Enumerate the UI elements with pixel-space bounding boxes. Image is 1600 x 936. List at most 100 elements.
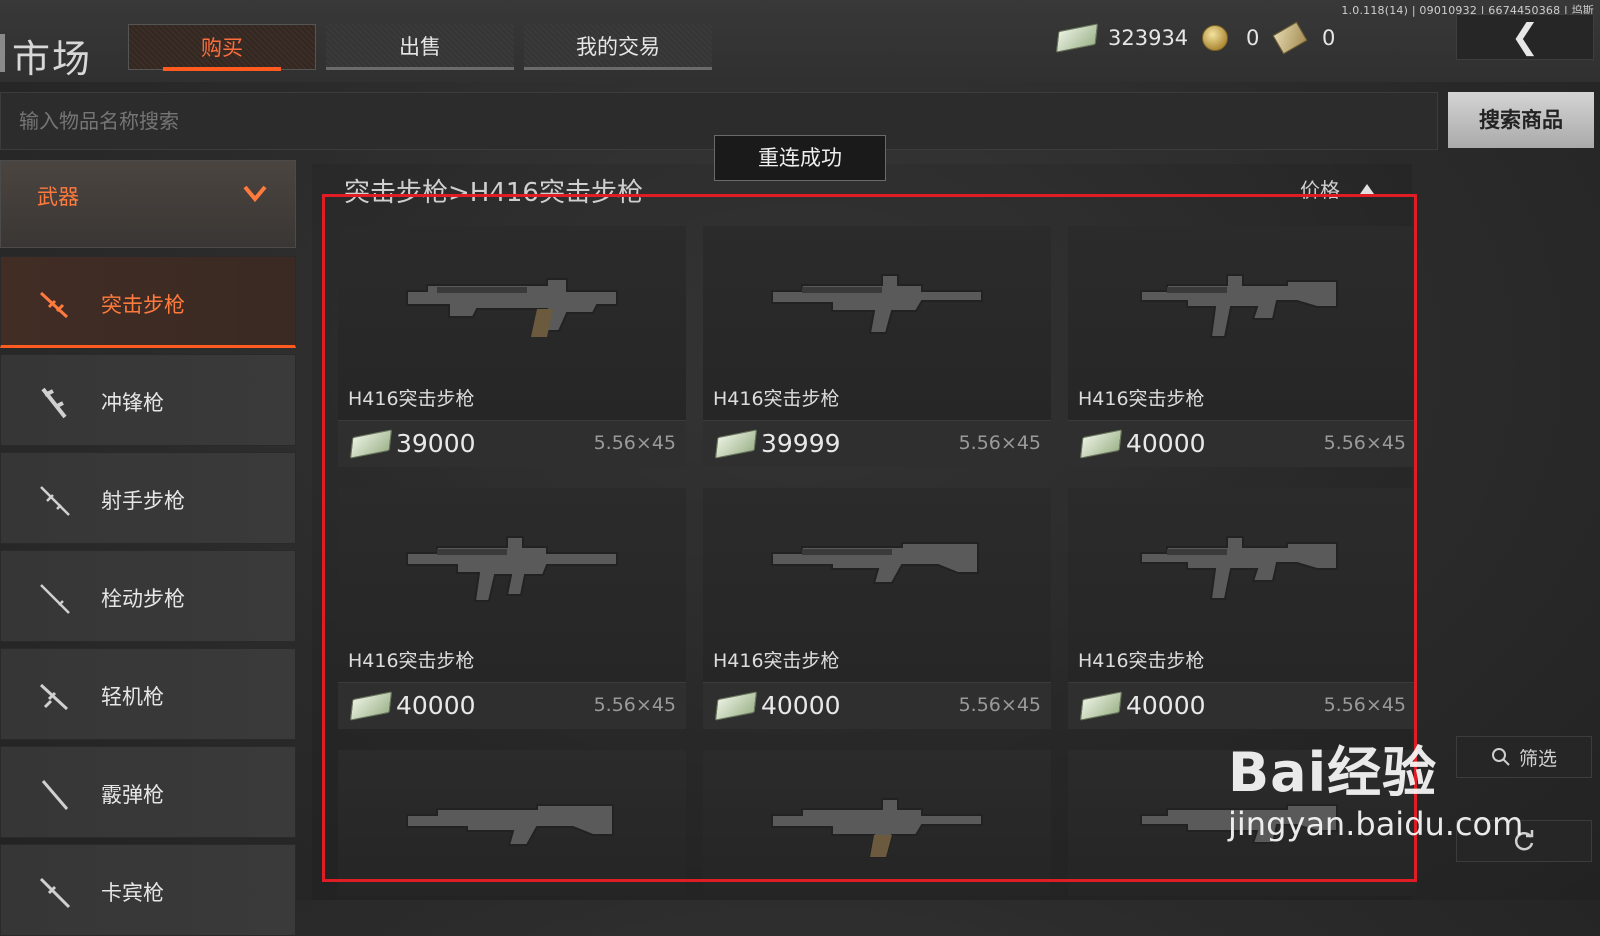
rifle-image <box>1068 488 1416 638</box>
cash-icon <box>714 429 758 459</box>
sidebar-item-smg[interactable]: 冲锋枪 <box>0 354 296 446</box>
search-button[interactable]: 搜索商品 <box>1448 92 1594 148</box>
sidebar-item-bolt-action-rifle[interactable]: 栓动步枪 <box>0 550 296 642</box>
item-name: H416突击步枪 <box>348 388 475 410</box>
sidebar-item-lmg[interactable]: 轻机枪 <box>0 648 296 740</box>
listing-card[interactable]: H416突击步枪 39999 5.56×45 <box>703 226 1051 467</box>
sort-by-price[interactable]: 价格 <box>1300 174 1374 203</box>
price-bar: 40000 5.56×45 <box>338 682 686 729</box>
sort-label: 价格 <box>1300 178 1340 202</box>
item-price: 39999 <box>761 429 841 458</box>
sidebar-item-label: 霰弹枪 <box>101 783 164 807</box>
item-name: H416突击步枪 <box>348 650 475 672</box>
cash-icon <box>349 691 393 721</box>
shotgun-icon <box>41 780 69 810</box>
sidebar-item-carbine[interactable]: 卡宾枪 <box>0 844 296 936</box>
item-price: 40000 <box>761 691 841 720</box>
price-bar: 39999 5.56×45 <box>703 420 1051 467</box>
sidebar-item-label: 轻机枪 <box>101 685 164 709</box>
item-price: 40000 <box>396 691 476 720</box>
listing-card[interactable] <box>703 750 1051 896</box>
marksman-rifle-icon <box>40 486 70 516</box>
listing-card[interactable]: H416突击步枪 39000 5.56×45 <box>338 226 686 467</box>
watermark-brand: Bai经验 <box>1228 741 1438 804</box>
back-button[interactable]: ❮ <box>1456 14 1594 60</box>
sidebar-item-label: 冲锋枪 <box>101 391 164 415</box>
watermark-url: jingyan.baidu.com <box>1228 805 1524 843</box>
item-name: H416突击步枪 <box>1078 650 1205 672</box>
rifle-image <box>338 226 686 376</box>
rifle-image <box>338 488 686 638</box>
listing-card[interactable]: H416突击步枪 40000 5.56×45 <box>1068 488 1416 729</box>
coin-balance: 0 <box>1202 20 1259 56</box>
category-dropdown[interactable]: 武器 <box>0 160 296 248</box>
item-price: 40000 <box>1126 429 1206 458</box>
cash-icon <box>1055 23 1099 53</box>
tab-active-indicator <box>163 67 281 71</box>
sidebar-item-label: 栓动步枪 <box>101 587 185 611</box>
item-name: H416突击步枪 <box>713 650 840 672</box>
page-title: 市场 <box>12 37 93 81</box>
price-bar: 40000 5.56×45 <box>1068 420 1416 467</box>
tab-buy-label: 购买 <box>201 36 243 60</box>
sidebar-item-label: 卡宾枪 <box>101 881 164 905</box>
cash-icon <box>714 691 758 721</box>
tab-my-trades-label: 我的交易 <box>576 35 660 59</box>
sidebar-item-label: 射手步枪 <box>101 489 185 513</box>
sidebar-item-marksman-rifle[interactable]: 射手步枪 <box>0 452 296 544</box>
assault-rifle-icon <box>39 291 69 319</box>
breadcrumb: 突击步枪>H416突击步枪 <box>344 178 643 208</box>
item-caliber: 5.56×45 <box>1323 694 1406 716</box>
rifle-image <box>703 488 1051 638</box>
price-bar: 39000 5.56×45 <box>338 420 686 467</box>
lmg-icon <box>39 683 69 711</box>
sidebar-item-shotgun[interactable]: 霰弹枪 <box>0 746 296 838</box>
item-caliber: 5.56×45 <box>593 432 676 454</box>
listing-card[interactable]: H416突击步枪 40000 5.56×45 <box>1068 226 1416 467</box>
ticket-amount: 0 <box>1322 26 1336 50</box>
back-arrow-icon: ❮ <box>1510 17 1540 57</box>
reconnect-toast: 重连成功 <box>714 135 886 181</box>
cash-icon <box>1079 429 1123 459</box>
category-label: 武器 <box>37 185 79 209</box>
price-bar: 40000 5.56×45 <box>703 682 1051 729</box>
cash-icon <box>1079 691 1123 721</box>
ticket-icon <box>1272 21 1308 55</box>
item-name: H416突击步枪 <box>713 388 840 410</box>
item-caliber: 5.56×45 <box>1323 432 1406 454</box>
filter-label: 筛选 <box>1518 747 1557 770</box>
tab-my-trades[interactable]: 我的交易 <box>524 24 712 70</box>
rifle-image <box>703 226 1051 376</box>
listing-card[interactable]: H416突击步枪 40000 5.56×45 <box>338 488 686 729</box>
item-name: H416突击步枪 <box>1078 388 1205 410</box>
sidebar-item-label: 突击步枪 <box>101 293 185 317</box>
coin-amount: 0 <box>1246 26 1260 50</box>
carbine-icon <box>39 877 71 909</box>
tab-sell[interactable]: 出售 <box>326 24 514 70</box>
coin-icon <box>1202 25 1228 51</box>
ticket-balance: 0 <box>1272 20 1336 56</box>
tab-buy[interactable]: 购买 <box>128 24 316 71</box>
rifle-image <box>1068 226 1416 376</box>
chevron-down-icon <box>243 185 267 203</box>
item-price: 40000 <box>1126 691 1206 720</box>
cash-icon <box>349 429 393 459</box>
rifle-image <box>703 750 1051 896</box>
item-price: 39000 <box>396 429 476 458</box>
title-accent <box>0 34 5 72</box>
sort-ascending-icon <box>1360 183 1374 194</box>
cash-balance: 323934 <box>1055 20 1189 56</box>
sidebar-item-assault-rifle[interactable]: 突击步枪 <box>0 256 296 348</box>
listing-card[interactable] <box>338 750 686 896</box>
tab-sell-label: 出售 <box>399 35 441 59</box>
bolt-action-rifle-icon <box>40 584 70 614</box>
item-caliber: 5.56×45 <box>958 432 1041 454</box>
item-caliber: 5.56×45 <box>593 694 676 716</box>
watermark: Bai经验 jingyan.baidu.com <box>1228 728 1523 843</box>
price-bar: 40000 5.56×45 <box>1068 682 1416 729</box>
smg-icon <box>41 387 67 419</box>
listing-card[interactable]: H416突击步枪 40000 5.56×45 <box>703 488 1051 729</box>
rifle-image <box>338 750 686 896</box>
cash-amount: 323934 <box>1108 26 1189 50</box>
item-caliber: 5.56×45 <box>958 694 1041 716</box>
